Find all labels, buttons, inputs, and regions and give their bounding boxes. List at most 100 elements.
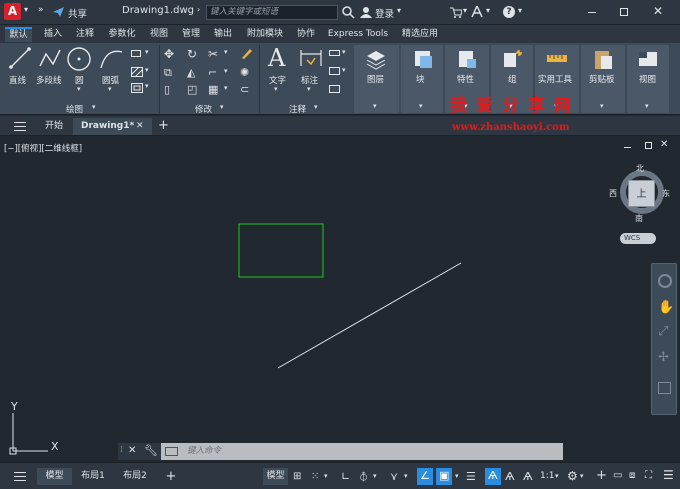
scale-dropdown-icon[interactable]: ▾ [555,472,559,480]
help-dropdown-icon[interactable]: ▾ [518,6,522,15]
circle-icon[interactable] [66,46,92,72]
modify-panel-label[interactable]: 修改 [195,103,212,115]
grid-icon[interactable]: ⊞ [293,471,301,482]
boundary-icon[interactable] [131,83,143,93]
block-panel[interactable]: 块 ▾ [401,45,443,113]
zoom-extents-icon[interactable]: ⤢ [658,324,668,339]
tab-output[interactable]: 输出 [210,27,236,42]
line-icon[interactable] [9,46,31,70]
hatch-icon[interactable] [131,67,143,77]
status-customize-icon[interactable]: ☰ [663,468,674,482]
polar-icon[interactable]: ⦽ [360,470,367,484]
object-snap-tracking-button[interactable]: ∠ [417,468,433,485]
tab-addins[interactable]: 附加模块 [243,27,287,42]
hatch-dropdown-icon[interactable]: ▾ [145,66,149,74]
new-layout-icon[interactable]: + [162,468,180,485]
viewcube-top-face[interactable]: 上 [628,180,655,207]
snap-icon[interactable]: ⁙ [311,471,319,482]
tab-express-tools[interactable]: Express Tools [326,27,390,42]
view-panel[interactable]: 视图 ▾ [627,45,669,113]
dimension-icon[interactable] [299,46,323,70]
leader-icon[interactable] [329,67,340,75]
snap-dropdown-icon[interactable]: ▾ [324,472,328,480]
command-input[interactable]: 键入命令 [161,443,563,460]
erase-icon[interactable] [240,47,252,60]
array-dropdown-icon[interactable]: ▾ [224,84,228,92]
scale-value[interactable]: 1:1 [540,471,554,481]
pan-icon[interactable]: ✋ [658,300,674,315]
osnap-dropdown-icon[interactable]: ▾ [455,472,459,480]
share-label[interactable]: 共享 [68,6,87,20]
circle-dropdown-icon[interactable]: ▾ [77,85,81,93]
stretch-icon[interactable]: ▯ [164,83,170,96]
compass-north[interactable]: 北 [636,163,644,174]
recent-commands-icon[interactable] [165,447,178,456]
add-icon[interactable]: + [596,468,607,483]
clipboard-panel[interactable]: 剪贴板 ▾ [581,45,625,113]
lineweight-icon[interactable]: ☰ [466,470,476,483]
share-icon[interactable] [52,6,65,18]
dimension-dropdown-icon[interactable]: ▾ [307,85,311,93]
viewport-controls[interactable]: [−][俯视][二维线框] [4,142,82,154]
polyline-label[interactable]: 多段线 [36,74,62,86]
annotation-panel-label[interactable]: 注释 [289,103,306,115]
login-dropdown-icon[interactable]: ▾ [397,6,401,15]
tab-home[interactable]: 默认 [5,27,32,42]
draw-panel-expand-icon[interactable]: ▾ [92,103,96,111]
trim-icon[interactable]: ✂ [208,47,218,61]
clipboard-dropdown-icon[interactable]: ▾ [600,102,604,110]
text-dropdown-icon[interactable]: ▾ [274,85,278,93]
draw-panel-label[interactable]: 绘图 [66,103,83,115]
maximize-icon[interactable] [620,8,628,16]
boundary-dropdown-icon[interactable]: ▾ [145,82,149,90]
auto-scale-icon[interactable]: Ѧ [505,470,515,483]
wcs-button[interactable]: WCS [620,233,656,244]
compass-east[interactable]: 东 [662,188,670,199]
new-tab-icon[interactable]: + [158,118,169,135]
command-close-icon[interactable]: ✕ [128,445,136,456]
steering-wheel-icon[interactable] [658,274,672,288]
search-icon[interactable] [342,6,355,19]
tab-manage[interactable]: 管理 [178,27,204,42]
multileader-icon[interactable] [329,85,340,93]
arc-icon[interactable] [98,46,124,72]
login-label[interactable]: 登录 [375,6,394,20]
block-dropdown-icon[interactable]: ▾ [419,102,423,110]
object-snap-button[interactable]: ▣ [436,468,452,485]
trim-dropdown-icon[interactable]: ▾ [224,48,228,56]
annotation-panel-expand-icon[interactable]: ▾ [314,103,318,111]
layout-menu-icon[interactable] [14,472,26,481]
tab-collaborate[interactable]: 协作 [293,27,319,42]
polar-dropdown-icon[interactable]: ▾ [373,472,377,480]
cart-icon[interactable] [450,7,462,18]
compass-south[interactable]: 南 [635,213,643,224]
isolate-icon[interactable]: ▭ [613,470,622,481]
line-label[interactable]: 直线 [9,74,26,86]
orbit-icon[interactable]: ✢ [658,350,669,365]
menu-icon[interactable] [14,122,26,131]
tab-drawing1[interactable]: Drawing1* ✕ [73,118,152,135]
close-tab-icon[interactable]: ✕ [136,118,144,135]
rectangle-icon[interactable] [131,50,141,57]
drawing-canvas[interactable] [0,137,680,462]
help-icon[interactable]: ? [503,6,515,18]
showmotion-icon[interactable] [658,382,671,394]
text-icon[interactable]: A [268,44,285,72]
isodraft-dropdown-icon[interactable]: ▾ [404,472,408,480]
cart-dropdown-icon[interactable]: ▾ [463,6,467,15]
tab-layout2[interactable]: 布局2 [118,468,152,485]
offset-icon[interactable]: ⊂ [240,83,249,96]
fillet-dropdown-icon[interactable]: ▾ [224,67,228,75]
connect-dropdown-icon[interactable]: ▾ [486,6,490,15]
scale-icon[interactable]: ◰ [187,83,197,96]
mirror-icon[interactable]: ◭ [187,66,195,79]
viewport-restore-icon[interactable] [645,142,652,149]
rotate-icon[interactable]: ↻ [187,47,197,61]
app-logo[interactable]: A [4,3,21,20]
modify-panel-expand-icon[interactable]: ▾ [220,103,224,111]
isodraft-icon[interactable]: ⋎ [390,470,398,483]
arc-dropdown-icon[interactable]: ▾ [108,85,112,93]
tab-insert[interactable]: 插入 [40,27,66,42]
tab-parametric[interactable]: 参数化 [105,27,139,42]
tab-model[interactable]: 模型 [37,468,72,485]
